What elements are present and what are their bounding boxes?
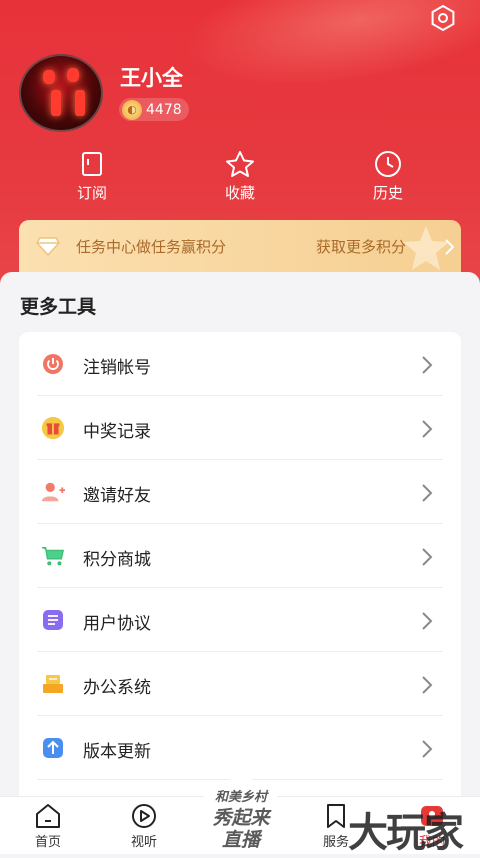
chevron-right-icon [422, 676, 433, 694]
cart-icon [41, 544, 65, 568]
live-stream-button[interactable]: 和美乡村 秀起来 直播 [196, 778, 286, 853]
chevron-right-icon [445, 239, 455, 255]
tool-item-office-system[interactable]: 办公系统 [19, 652, 461, 716]
task-center-text: 任务中心做任务赢积分 [76, 238, 227, 256]
tab-home[interactable]: 首页 [8, 803, 88, 850]
task-center-banner[interactable]: 任务中心做任务赢积分 获取更多积分 [19, 220, 461, 274]
home-icon [36, 804, 60, 828]
tool-label: 办公系统 [83, 678, 151, 698]
tool-label: 注销帐号 [83, 358, 151, 378]
bookmark-icon [327, 804, 345, 828]
quick-label: 历史 [372, 184, 403, 202]
user-name: 王小全 [120, 66, 183, 90]
diamond-icon [36, 237, 60, 256]
settings-icon [431, 4, 455, 32]
quick-favorites[interactable]: 收藏 [192, 150, 288, 203]
tool-label: 中奖记录 [83, 422, 151, 442]
quick-history[interactable]: 历史 [340, 150, 436, 203]
star-icon [226, 151, 254, 177]
clock-icon [375, 151, 401, 177]
power-icon [41, 352, 65, 376]
coin-icon: ◐ [122, 99, 142, 120]
bookmark-icon [82, 152, 102, 176]
tool-item-points-mall[interactable]: 积分商城 [19, 524, 461, 588]
live-label-line2: 秀起来 [212, 807, 270, 829]
quick-subscribe[interactable]: 订阅 [44, 150, 140, 203]
tab-label: 首页 [34, 835, 61, 850]
tool-label: 用户协议 [83, 614, 151, 634]
chevron-right-icon [422, 612, 433, 630]
chevron-right-icon [422, 356, 433, 374]
section-title: 更多工具 [20, 296, 97, 318]
tool-item-user-agreement[interactable]: 用户协议 [19, 588, 461, 652]
tool-label: 版本更新 [83, 742, 151, 762]
add-user-icon [41, 480, 65, 504]
quick-label: 订阅 [76, 184, 107, 202]
gift-icon [41, 416, 65, 440]
tool-item-cancel-account[interactable]: 注销帐号 [19, 332, 461, 396]
update-icon [41, 736, 65, 760]
quick-label: 收藏 [224, 184, 255, 202]
tool-label: 积分商城 [83, 550, 151, 570]
points-value: 4478 [146, 101, 182, 118]
chevron-right-icon [422, 548, 433, 566]
get-more-points-link[interactable]: 获取更多积分 [316, 236, 406, 257]
profile-header: 王小全 ◐ 4478 订阅 收藏 历史 任务中心做任务赢积分 获取更多积分 [0, 0, 480, 300]
tool-item-version-update[interactable]: 版本更新 [19, 716, 461, 780]
tool-item-prize-records[interactable]: 中奖记录 [19, 396, 461, 460]
tools-list: 注销帐号 中奖记录 邀请好友 积分商城 用户协议 办公系统 版本更新 [19, 332, 461, 812]
chevron-right-icon [422, 420, 433, 438]
chevron-right-icon [422, 740, 433, 758]
office-icon [41, 672, 65, 696]
document-icon [41, 608, 65, 632]
tab-video[interactable]: 视听 [104, 803, 184, 850]
tool-label: 邀请好友 [83, 486, 151, 506]
main-content: 更多工具 注销帐号 中奖记录 邀请好友 积分商城 用户协议 办公系统 版本更新 [0, 272, 480, 812]
live-label-line3: 直播 [221, 829, 260, 851]
settings-button[interactable] [428, 3, 458, 33]
quick-nav: 订阅 收藏 历史 [0, 150, 480, 210]
avatar[interactable] [19, 54, 103, 132]
play-icon [132, 804, 156, 828]
watermark: 大玩家 [348, 810, 464, 856]
tool-item-invite-friends[interactable]: 邀请好友 [19, 460, 461, 524]
live-label-line1: 和美乡村 [214, 790, 267, 805]
tab-label: 视听 [130, 835, 157, 850]
chevron-right-icon [422, 484, 433, 502]
points-badge[interactable]: ◐ 4478 [119, 98, 189, 121]
